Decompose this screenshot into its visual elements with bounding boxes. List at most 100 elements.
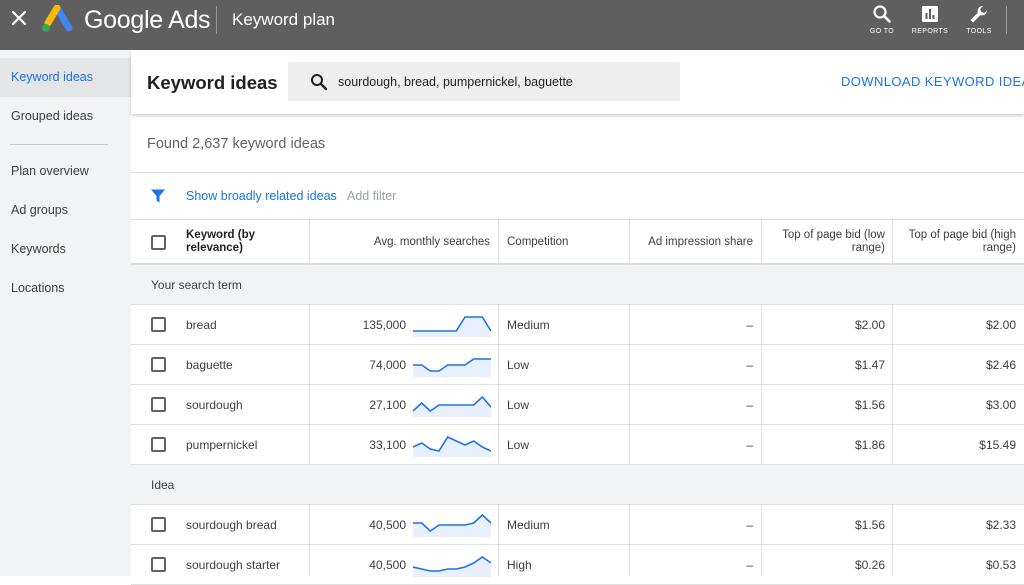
bid-low-cell: $1.47 [854,357,885,372]
sidebar-item-grouped-ideas[interactable]: Grouped ideas [0,97,131,136]
competition-cell: Medium [507,517,550,532]
sidebar-item-ad-groups[interactable]: Ad groups [0,191,131,230]
reports-label: REPORTS [911,28,949,35]
column-header-bid-high[interactable]: Top of page bid (high range) [901,220,1016,264]
row-checkbox[interactable] [151,437,166,452]
trend-sparkline [413,513,491,537]
sidebar-divider [10,144,108,145]
reports-button[interactable]: REPORTS [908,4,952,35]
main-header: Keyword ideas DOWNLOAD KEYWORD IDEAS [131,50,1024,114]
keyword-cell: pumpernickel [186,437,258,452]
table-row[interactable]: sourdough bread 40,500 Medium – $1.56 $2… [131,505,1024,545]
competition-cell: Medium [507,317,550,332]
bid-low-cell: $1.56 [854,397,885,412]
bid-high-cell: $2.00 [985,317,1016,332]
keyword-cell: sourdough starter [186,557,281,572]
impression-share-cell: – [746,317,753,332]
table-header: Keyword (by relevance) Avg. monthly sear… [131,220,1024,265]
column-separator [498,305,499,465]
competition-cell: Low [507,357,530,372]
bid-high-cell: $2.46 [985,357,1016,372]
trend-sparkline [413,395,491,417]
add-filter-button[interactable]: Add filter [347,189,396,203]
sidebar-item-plan-overview[interactable]: Plan overview [0,152,131,191]
column-separator [761,505,762,576]
sparkline-area [413,437,491,457]
brand-name: Google Ads [84,6,211,34]
bid-high-cell: $3.00 [985,397,1016,412]
column-separator [761,220,762,265]
row-checkbox[interactable] [151,397,166,412]
row-checkbox[interactable] [151,557,166,572]
searches-cell: 135,000 [362,317,406,332]
column-header-keyword[interactable]: Keyword (by relevance) [186,220,306,264]
searches-cell: 74,000 [369,357,406,372]
bid-low-cell: $1.56 [854,517,885,532]
tools-button[interactable]: TOOLS [957,4,1001,35]
bid-high-cell: $2.33 [985,517,1016,532]
topbar-divider-right [1006,6,1007,34]
keyword-cell: bread [186,317,217,332]
sidebar-item-keywords[interactable]: Keywords [0,230,131,269]
goto-button[interactable]: GO TO [860,4,904,35]
competition-cell: Low [507,397,530,412]
section-title: Keyword ideas [147,72,278,93]
close-icon[interactable] [10,9,28,27]
table-row[interactable]: pumpernickel 33,100 Low – $1.86 $15.49 [131,425,1024,465]
tools-label: TOOLS [966,28,992,35]
keyword-search-input[interactable] [338,62,668,101]
top-app-bar: Google Ads Keyword plan GO TO REPORTS TO… [0,0,1024,50]
page-title: Keyword plan [232,10,336,29]
impression-share-cell: – [746,357,753,372]
keyword-cell: baguette [186,357,233,372]
column-header-ad-impression-share[interactable]: Ad impression share [636,220,753,264]
column-separator [892,505,893,576]
table-row[interactable]: sourdough 27,100 Low – $1.56 $3.00 [131,385,1024,425]
row-checkbox[interactable] [151,517,166,532]
download-keyword-ideas-button[interactable]: DOWNLOAD KEYWORD IDEAS [841,74,1024,89]
sparkline-area [413,317,491,337]
searches-cell: 40,500 [369,517,406,532]
topbar-divider [216,6,217,34]
sidebar-item-keyword-ideas[interactable]: Keyword ideas [0,58,131,97]
search-icon [311,74,328,91]
row-checkbox[interactable] [151,317,166,332]
column-separator [309,305,310,465]
searches-cell: 33,100 [369,437,406,452]
column-header-competition[interactable]: Competition [507,220,627,264]
impression-share-cell: – [746,517,753,532]
table-row[interactable]: baguette 74,000 Low – $1.47 $2.46 [131,345,1024,385]
bid-high-cell: $0.53 [985,557,1016,572]
searches-cell: 40,500 [369,557,406,572]
select-all-checkbox[interactable] [151,235,166,250]
trend-sparkline [413,435,491,457]
trend-sparkline [413,316,491,337]
trend-sparkline [413,358,491,377]
impression-share-cell: – [746,397,753,412]
column-separator [309,505,310,576]
competition-cell: Low [507,437,530,452]
searches-cell: 27,100 [369,397,406,412]
filter-icon[interactable] [150,188,166,204]
column-separator [629,220,630,265]
column-separator [498,505,499,576]
column-separator [309,220,310,265]
column-separator [498,220,499,265]
keyword-cell: sourdough [186,397,243,412]
sidebar: Keyword ideas Grouped ideas Plan overvie… [0,50,131,576]
bid-low-cell: $1.86 [854,437,885,452]
bid-low-cell: $0.26 [854,557,885,572]
impression-share-cell: – [746,557,753,572]
sidebar-item-locations[interactable]: Locations [0,269,131,308]
table-row[interactable]: sourdough starter 40,500 High – $0.26 $0… [131,545,1024,585]
keyword-search-box[interactable] [288,62,680,101]
show-broadly-related-link[interactable]: Show broadly related ideas [186,189,337,203]
bid-low-cell: $2.00 [854,317,885,332]
column-separator [629,305,630,465]
row-checkbox[interactable] [151,357,166,372]
group-header-your-search-term: Your search term [131,265,1024,305]
column-header-bid-low[interactable]: Top of page bid (low range) [771,220,885,264]
column-header-avg-monthly-searches[interactable]: Avg. monthly searches [311,220,490,264]
table-row[interactable]: bread 135,000 Medium – $2.00 $2.00 [131,305,1024,345]
trend-sparkline [413,556,491,577]
